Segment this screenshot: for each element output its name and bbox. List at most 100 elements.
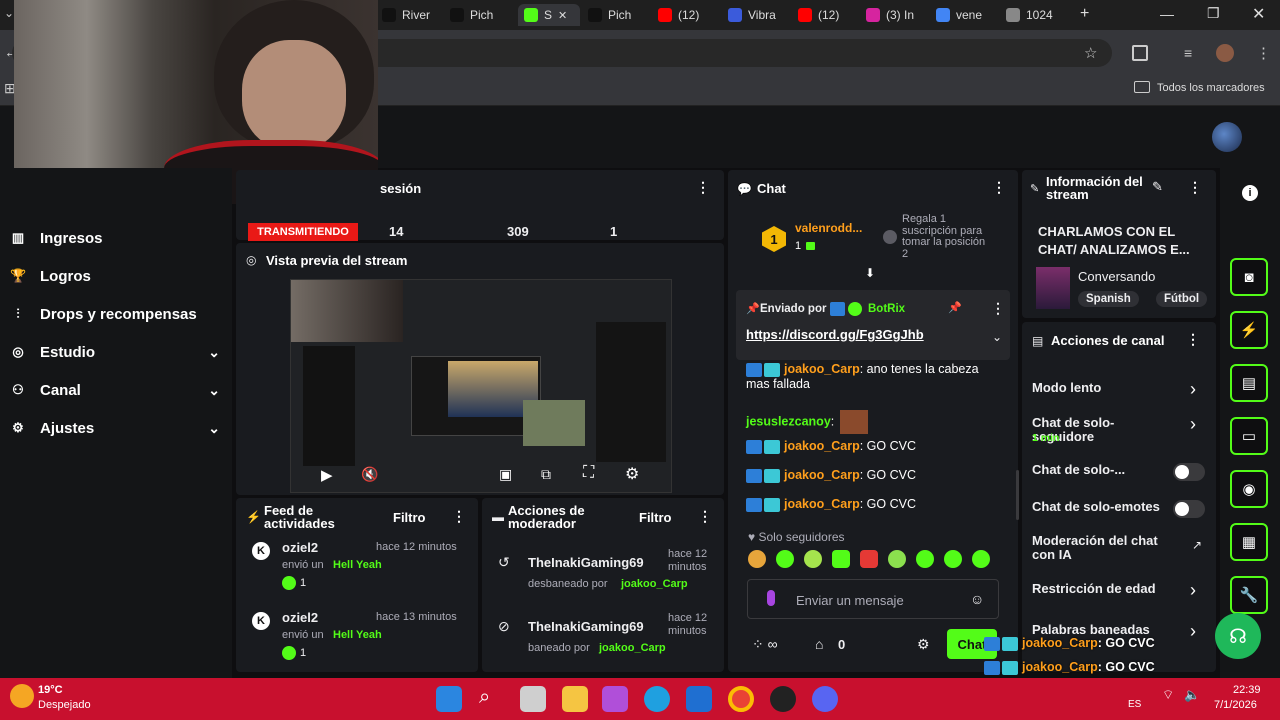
info-icon[interactable]: i	[1242, 185, 1258, 201]
chat-username[interactable]: joakoo_Carp	[784, 439, 860, 453]
weather-desc[interactable]: Despejado	[38, 699, 91, 711]
mod-menu-icon[interactable]: ⋮	[698, 508, 712, 525]
tab-6[interactable]: (12)	[798, 4, 862, 26]
pip-icon[interactable]: ⧉	[541, 466, 551, 483]
mod-by-user[interactable]: joakoo_Carp	[621, 578, 688, 590]
channel-action-label[interactable]: Moderación del chat con IA	[1032, 534, 1162, 562]
emote-icon[interactable]	[860, 550, 878, 568]
tab-1[interactable]: Pich	[450, 4, 514, 26]
channel-action-label[interactable]: Modo lento	[1032, 381, 1182, 395]
all-bookmarks-link[interactable]: Todos los marcadores	[1157, 82, 1265, 94]
expand-pinned-icon[interactable]: ⌄	[992, 330, 1002, 344]
category-name[interactable]: Conversando	[1078, 269, 1155, 284]
support-headset-button[interactable]: ☊	[1215, 613, 1261, 659]
tag-spanish[interactable]: Spanish	[1078, 291, 1139, 307]
new-tab-button[interactable]: +	[1080, 5, 1089, 23]
sidebar-item-ajustes[interactable]: ⚙ Ajustes ⌄	[10, 413, 220, 443]
close-tab-icon[interactable]: ✕	[558, 9, 567, 22]
outlook-icon[interactable]	[686, 686, 712, 712]
settings-gear-icon[interactable]: ⚙	[625, 464, 639, 484]
tab-0[interactable]: River	[382, 4, 446, 26]
emote-icon[interactable]	[804, 550, 822, 568]
extensions-icon[interactable]	[1132, 45, 1148, 61]
user-avatar[interactable]	[1212, 122, 1242, 152]
chevron-right-icon[interactable]: ›	[1190, 621, 1196, 642]
play-icon[interactable]: ▶	[321, 466, 333, 484]
task-view-icon[interactable]	[520, 686, 546, 712]
chat-scrollbar[interactable]	[1016, 470, 1019, 520]
minimize-icon[interactable]: —	[1160, 6, 1174, 22]
chat-username[interactable]: joakoo_Carp	[784, 362, 860, 376]
chevron-down-icon[interactable]: ⌄	[208, 382, 220, 399]
chevron-right-icon[interactable]: ›	[1190, 580, 1196, 601]
language-indicator[interactable]: ES	[1128, 699, 1141, 710]
close-window-icon[interactable]: ✕	[1252, 4, 1265, 24]
leader-username[interactable]: valenrodd...	[795, 221, 862, 235]
tab-3[interactable]: Pich	[588, 4, 652, 26]
rail-broadcast-button[interactable]: ◉	[1230, 470, 1268, 508]
category-thumbnail[interactable]	[1036, 267, 1070, 309]
emote-icon[interactable]	[944, 550, 962, 568]
preview-video[interactable]: ▶ 🔇 ▣ ⧉ ⛶ ⚙	[290, 279, 672, 493]
store-icon[interactable]: ⌂	[815, 636, 823, 652]
discord-link[interactable]: https://discord.gg/Fg3GgJhb	[746, 327, 924, 342]
chevron-right-icon[interactable]: ›	[1190, 414, 1196, 435]
collapse-leaderboard-icon[interactable]: ⬇	[865, 266, 875, 280]
chevron-right-icon[interactable]: ›	[1190, 379, 1196, 400]
tab-5[interactable]: Vibra	[728, 4, 792, 26]
sidebar-item-ingresos[interactable]: ▥ Ingresos	[10, 223, 220, 253]
unpin-icon[interactable]: 📌	[948, 301, 962, 314]
rail-bolt-button[interactable]: ⚡	[1230, 311, 1268, 349]
rail-layout-button[interactable]: ▦	[1230, 523, 1268, 561]
chat-menu-icon[interactable]: ⋮	[992, 179, 1006, 196]
sidebar-item-logros[interactable]: 🏆 Logros	[10, 261, 220, 291]
channel-actions-menu-icon[interactable]: ⋮	[1186, 331, 1200, 348]
sidebar-item-estudio[interactable]: ◎ Estudio ⌄	[10, 337, 220, 367]
mod-filter-button[interactable]: Filtro	[639, 510, 672, 525]
channel-action-toggle[interactable]	[1173, 500, 1205, 518]
emoji-picker-icon[interactable]: ☺	[970, 591, 984, 607]
emote-icon[interactable]	[748, 550, 766, 568]
channel-action-label[interactable]: Chat de solo-emotes	[1032, 500, 1182, 514]
mod-target-user[interactable]: TheInakiGaming69	[528, 619, 644, 634]
file-explorer-icon[interactable]	[562, 686, 588, 712]
edit-stream-icon[interactable]: ✎	[1152, 179, 1163, 195]
channel-action-label[interactable]: Palabras baneadas	[1032, 623, 1182, 637]
tab-4[interactable]: (12)	[658, 4, 722, 26]
weather-sun-icon[interactable]	[10, 684, 34, 708]
taskbar-search-icon[interactable]: ⌕	[479, 686, 490, 709]
theater-icon[interactable]: ▣	[499, 466, 512, 483]
emote-icon[interactable]	[972, 550, 990, 568]
emote-icon[interactable]	[916, 550, 934, 568]
tab-8[interactable]: vene	[936, 4, 1000, 26]
copilot-icon[interactable]	[602, 686, 628, 712]
feed-username[interactable]: oziel2	[282, 540, 318, 555]
mod-by-user[interactable]: joakoo_Carp	[599, 642, 666, 654]
rail-notes-button[interactable]: ▤	[1230, 364, 1268, 402]
tag-futbol[interactable]: Fútbol	[1156, 291, 1208, 307]
activity-filter-button[interactable]: Filtro	[393, 510, 426, 525]
channel-action-label[interactable]: Restricción de edad	[1032, 582, 1182, 596]
volume-icon[interactable]: 🔈	[1184, 687, 1200, 703]
chat-username[interactable]: jesuslezcanoy	[746, 414, 831, 428]
feed-username[interactable]: oziel2	[282, 610, 318, 625]
restore-icon[interactable]: ❐	[1207, 5, 1220, 22]
tab-7[interactable]: (3) In	[866, 4, 930, 26]
rail-chat-button[interactable]: ▭	[1230, 417, 1268, 455]
pinned-menu-icon[interactable]: ⋮	[991, 300, 1005, 317]
sidebar-item-canal[interactable]: ⚇ Canal ⌄	[10, 375, 220, 405]
stream-info-menu-icon[interactable]: ⋮	[1188, 179, 1202, 196]
obs-icon[interactable]	[770, 686, 796, 712]
network-icon[interactable]: ⌔	[1162, 687, 1174, 703]
fullscreen-icon[interactable]: ⛶	[583, 464, 594, 482]
chat-username[interactable]: joakoo_Carp	[784, 497, 860, 511]
media-icon[interactable]: ≡	[1184, 45, 1192, 61]
start-windows-icon[interactable]	[436, 686, 462, 712]
browser-menu-icon[interactable]: ⋮	[1256, 44, 1271, 62]
channel-action-label[interactable]: Chat de solo-...	[1032, 463, 1182, 477]
bookmark-star-icon[interactable]: ☆	[1084, 44, 1097, 62]
clock-time[interactable]: 22:39	[1233, 684, 1261, 696]
channel-action-toggle[interactable]	[1173, 463, 1205, 481]
mic-icon[interactable]	[767, 590, 775, 606]
profile-avatar[interactable]	[1216, 44, 1234, 62]
